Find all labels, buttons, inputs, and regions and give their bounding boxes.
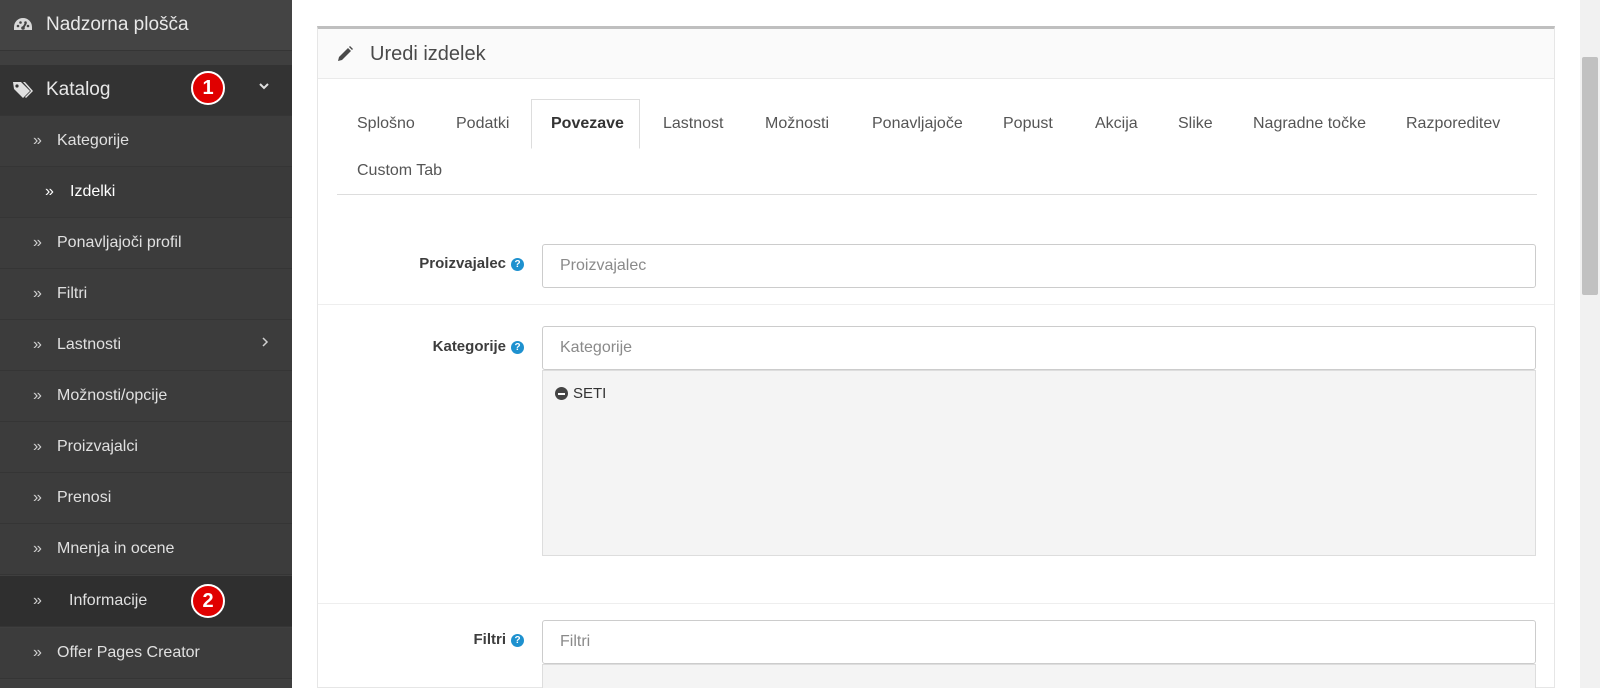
sidebar: Nadzorna plošča Katalog 1 » Kategorije »…	[0, 0, 292, 688]
filters-label: Filtri?	[473, 631, 524, 648]
tab-popust[interactable]: Popust	[1003, 115, 1053, 133]
sidebar-item-prenosi[interactable]: » Prenosi	[0, 473, 292, 524]
annotation-badge-2: 2	[191, 584, 225, 618]
double-chevron-right-icon: »	[33, 489, 42, 506]
categories-label-text: Kategorije	[432, 338, 506, 355]
sidebar-item-offer-pages[interactable]: » Offer Pages Creator	[0, 628, 292, 679]
manufacturer-label: Proizvajalec?	[419, 255, 524, 272]
sidebar-item-label: Izdelki	[70, 183, 116, 200]
sidebar-item-kategorije[interactable]: » Kategorije	[0, 116, 292, 167]
tab-slike[interactable]: Slike	[1178, 115, 1213, 133]
category-tag-label: SETI	[573, 385, 607, 402]
double-chevron-right-icon: »	[33, 540, 42, 557]
tabs-divider	[337, 194, 1537, 195]
double-chevron-right-icon: »	[33, 132, 42, 149]
edit-product-panel: Uredi izdelek Splošno Podatki Povezave L…	[317, 26, 1555, 688]
manufacturer-input[interactable]: Proizvajalec	[542, 244, 1536, 288]
categories-input[interactable]: Kategorije	[542, 326, 1536, 370]
chevron-down-icon	[258, 79, 270, 95]
sidebar-item-catalog[interactable]: Katalog 1	[0, 65, 292, 116]
double-chevron-right-icon: »	[33, 387, 42, 404]
double-chevron-right-icon: »	[33, 644, 42, 661]
sidebar-item-label: Prenosi	[57, 489, 112, 506]
sidebar-item-filtri[interactable]: » Filtri	[0, 269, 292, 320]
sidebar-item-label: Možnosti/opcije	[57, 387, 168, 404]
category-tag: SETI	[555, 385, 606, 402]
tab-ponavljajoce[interactable]: Ponavljajoče	[872, 115, 963, 133]
double-chevron-right-icon: »	[33, 592, 42, 609]
double-chevron-right-icon: »	[33, 438, 42, 455]
sidebar-item-label: Lastnosti	[57, 336, 122, 353]
sidebar-item-dashboard[interactable]: Nadzorna plošča	[0, 0, 292, 51]
dashboard-icon	[14, 18, 32, 30]
sidebar-item-label: Ponavljajoči profil	[57, 234, 182, 251]
tab-akcija[interactable]: Akcija	[1095, 115, 1138, 133]
categories-label: Kategorije?	[433, 338, 524, 355]
sidebar-item-label: Informacije	[69, 592, 148, 609]
tab-lastnost[interactable]: Lastnost	[663, 115, 723, 133]
minus-circle-icon[interactable]	[555, 387, 568, 400]
annotation-badge-1: 1	[191, 71, 225, 105]
sidebar-item-label: Mnenja in ocene	[57, 540, 175, 557]
sidebar-item-label: Proizvajalci	[57, 438, 138, 455]
question-circle-icon[interactable]: ?	[511, 258, 524, 271]
sidebar-item-ponavljajoci-profil[interactable]: » Ponavljajoči profil	[0, 218, 292, 269]
page-title: Uredi izdelek	[370, 43, 486, 65]
tab-nagradne-tocke[interactable]: Nagradne točke	[1253, 115, 1366, 133]
scrollbar-thumb[interactable]	[1582, 57, 1598, 295]
tags-icon	[13, 82, 33, 98]
sidebar-item-lastnosti[interactable]: » Lastnosti	[0, 320, 292, 371]
double-chevron-right-icon: »	[45, 183, 54, 200]
question-circle-icon[interactable]: ?	[511, 341, 524, 354]
double-chevron-right-icon: »	[33, 234, 42, 251]
sidebar-item-proizvajalci[interactable]: » Proizvajalci	[0, 422, 292, 473]
panel-heading: Uredi izdelek	[318, 29, 1554, 79]
tab-razporeditev[interactable]: Razporeditev	[1406, 115, 1500, 133]
manufacturer-label-text: Proizvajalec	[419, 255, 506, 272]
sidebar-item-label: Offer Pages Creator	[57, 644, 200, 661]
sidebar-item-moznosti[interactable]: » Možnosti/opcije	[0, 371, 292, 422]
sidebar-item-label: Nadzorna plošča	[46, 14, 189, 35]
sidebar-item-label: Kategorije	[57, 132, 130, 149]
row-divider	[318, 304, 1554, 305]
tab-splosno[interactable]: Splošno	[357, 115, 415, 133]
filters-selected-list	[542, 664, 1536, 688]
sidebar-item-mnenja[interactable]: » Mnenja in ocene	[0, 524, 292, 575]
double-chevron-right-icon: »	[33, 285, 42, 302]
tab-podatki[interactable]: Podatki	[456, 115, 509, 133]
tab-povezave[interactable]: Povezave	[551, 115, 624, 133]
sidebar-item-izdelki[interactable]: » Izdelki	[0, 167, 292, 218]
categories-selected-list: SETI	[542, 370, 1536, 556]
question-circle-icon[interactable]: ?	[511, 634, 524, 647]
sidebar-item-informacije[interactable]: » Informacije 2	[0, 576, 292, 627]
double-chevron-right-icon: »	[33, 336, 42, 353]
tab-moznosti[interactable]: Možnosti	[765, 115, 829, 133]
pencil-icon	[338, 46, 353, 61]
chevron-right-icon	[260, 335, 270, 351]
filters-input[interactable]: Filtri	[542, 620, 1536, 664]
filters-label-text: Filtri	[473, 631, 507, 648]
sidebar-item-label: Filtri	[57, 285, 88, 302]
row-divider	[318, 603, 1554, 604]
tab-custom-tab[interactable]: Custom Tab	[357, 162, 442, 180]
sidebar-item-label: Katalog	[46, 79, 111, 100]
